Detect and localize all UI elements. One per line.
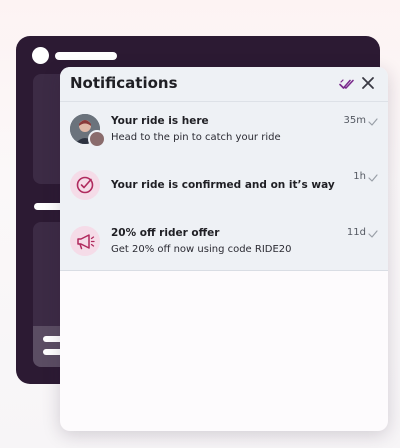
confirmed-check-icon [70, 170, 100, 200]
notification-item[interactable]: Your ride is here Head to the pin to cat… [60, 102, 388, 159]
close-icon[interactable] [361, 76, 375, 90]
megaphone-icon [70, 226, 100, 256]
app-title-placeholder [55, 52, 117, 60]
notification-time: 35m [343, 115, 366, 126]
notification-time: 11d [346, 227, 366, 238]
check-icon [368, 174, 378, 182]
double-check-icon[interactable] [339, 76, 355, 92]
panel-header: Notifications [60, 67, 388, 102]
notification-title: 20% off rider offer [111, 227, 220, 239]
app-avatar-placeholder [32, 47, 49, 64]
notification-time: 1h [353, 171, 366, 182]
notification-body: Head to the pin to catch your ride [111, 132, 281, 143]
notification-title: Your ride is confirmed and on it’s way [111, 179, 335, 191]
notification-body: Get 20% off now using code RIDE20 [111, 244, 292, 255]
avatar-badge [88, 130, 106, 148]
notification-title: Your ride is here [111, 115, 209, 127]
notifications-panel: Notifications Your ride is here Head to … [60, 67, 388, 431]
check-icon [368, 230, 378, 238]
notification-item[interactable]: 20% off rider offer Get 20% off now usin… [60, 214, 388, 271]
panel-title: Notifications [70, 74, 178, 92]
notification-item[interactable]: Your ride is confirmed and on it’s way 1… [60, 158, 388, 215]
check-icon [368, 118, 378, 126]
